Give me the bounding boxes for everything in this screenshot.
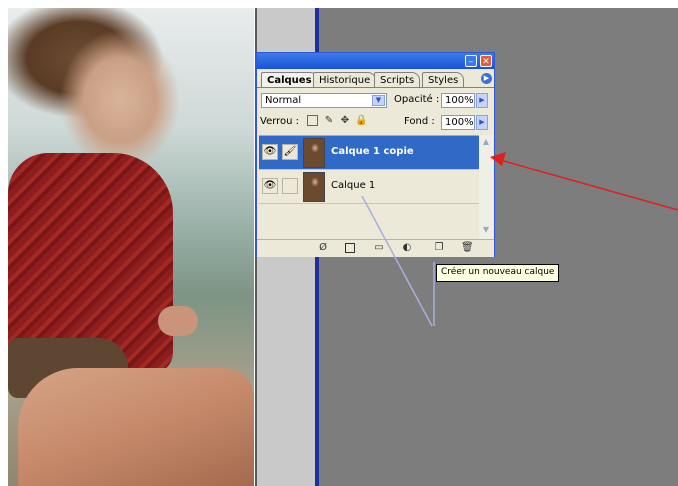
opacity-slider-arrow-icon[interactable]: ▶ [476, 93, 488, 108]
fill-slider-arrow-icon[interactable]: ▶ [476, 115, 488, 130]
palette-bottom-bar: Ø ▭ ◐ ❐ 🗑 [257, 239, 494, 257]
new-group-icon[interactable]: ▭ [373, 242, 385, 254]
tooltip: Créer un nouveau calque [436, 264, 560, 282]
blend-mode-value: Normal [265, 95, 302, 106]
lock-label: Verrou : [260, 116, 300, 127]
eye-icon[interactable]: 👁 [262, 178, 278, 194]
brush-icon[interactable]: 🖌 [282, 144, 298, 160]
layer-thumbnail [303, 172, 325, 202]
eye-icon[interactable]: 👁 [262, 144, 278, 160]
opacity-label: Opacité : [394, 94, 440, 105]
tab-scripts[interactable]: Scripts [374, 72, 421, 87]
lock-brush-icon[interactable]: ✎ [323, 115, 335, 127]
layer-name[interactable]: Calque 1 [331, 180, 375, 191]
tab-calques[interactable]: Calques [261, 72, 318, 87]
layers-scrollbar[interactable]: ▲ ▼ [479, 135, 493, 239]
scroll-down-icon[interactable]: ▼ [479, 225, 493, 237]
link-slot[interactable] [282, 178, 298, 194]
scroll-up-icon[interactable]: ▲ [479, 137, 493, 149]
close-button[interactable]: ✕ [480, 55, 492, 67]
lock-all-icon[interactable]: 🔒 [355, 115, 367, 127]
new-layer-icon[interactable]: ❐ [433, 242, 445, 254]
fill-label: Fond : [404, 116, 435, 127]
adjustment-layer-icon[interactable]: ◐ [401, 242, 413, 254]
blend-mode-select[interactable]: Normal ▼ [261, 93, 387, 108]
tab-historique[interactable]: Historique [313, 72, 377, 87]
palette-menu-icon[interactable]: ▶ [481, 73, 492, 84]
tab-divider [257, 87, 494, 88]
trash-icon[interactable]: 🗑 [461, 242, 474, 254]
fill-field[interactable]: 100% [441, 115, 475, 130]
layer-row-calque-1[interactable]: 👁 Calque 1 [259, 170, 479, 204]
layer-mask-icon[interactable] [345, 243, 355, 253]
layer-name[interactable]: Calque 1 copie [331, 146, 414, 157]
layer-row-calque-1-copie[interactable]: 👁 🖌 Calque 1 copie [259, 136, 479, 170]
layers-palette: – ✕ Calques Historique Scripts Styles ▶ … [256, 52, 495, 257]
layer-thumbnail [303, 138, 325, 168]
chevron-down-icon[interactable]: ▼ [372, 95, 385, 106]
palette-titlebar[interactable]: – ✕ [257, 53, 494, 69]
opacity-field[interactable]: 100% [441, 93, 475, 108]
photo-legs [18, 368, 254, 486]
layers-list: 👁 🖌 Calque 1 copie 👁 Calque 1 [259, 135, 479, 240]
minimize-button[interactable]: – [465, 55, 477, 67]
palette-tabs: Calques Historique Scripts Styles ▶ [257, 70, 494, 88]
layer-style-icon[interactable]: Ø [317, 242, 329, 254]
photo-canvas [8, 8, 254, 486]
tab-styles[interactable]: Styles [422, 72, 465, 87]
photo-hand [158, 306, 198, 336]
lock-move-icon[interactable]: ✥ [339, 115, 351, 127]
lock-transparency-icon[interactable] [307, 115, 318, 126]
